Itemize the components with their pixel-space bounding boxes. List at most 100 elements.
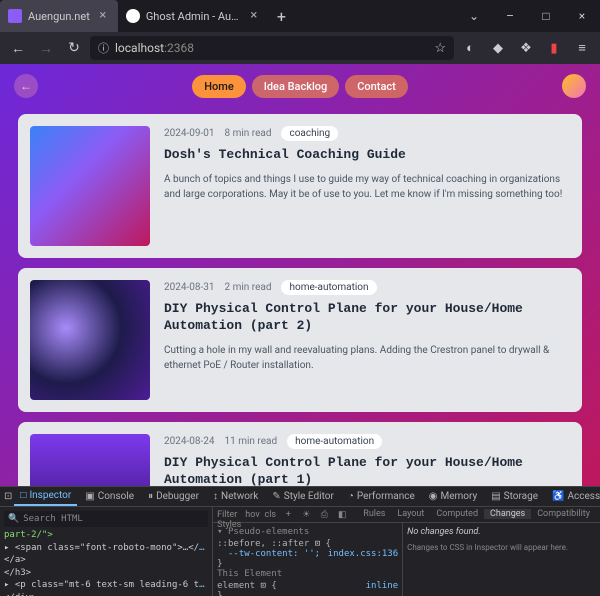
account-icon[interactable]: ◆	[486, 36, 510, 60]
inspector-icon: □	[20, 490, 26, 501]
chevron-down-icon[interactable]: ⌄	[456, 0, 492, 32]
back-button[interactable]: ←	[6, 36, 30, 60]
post-excerpt: Cutting a hole in my wall and reevaluati…	[164, 343, 570, 373]
browser-tab[interactable]: Ghost Admin - Auengun.net ×	[118, 0, 269, 32]
page-viewport[interactable]: ← Home Idea Backlog Contact 2024-09-01 8…	[0, 64, 600, 486]
nav-pill-contact[interactable]: Contact	[345, 75, 408, 98]
window-controls: ⌄ – □ ×	[456, 0, 600, 32]
source-link[interactable]: index.css:136	[328, 549, 398, 559]
styles-tab-computed[interactable]: Computed	[430, 509, 484, 519]
post-meta: 2024-09-01 8 min read coaching	[164, 126, 570, 141]
nav-pill-backlog[interactable]: Idea Backlog	[252, 75, 340, 98]
new-tab-button[interactable]: +	[269, 0, 294, 32]
post-card[interactable]: 2024-09-01 8 min read coaching Dosh's Te…	[18, 114, 582, 258]
html-line[interactable]: </div>	[4, 592, 208, 596]
lock-icon: ⓘ	[98, 40, 109, 56]
styles-tab-compat[interactable]: Compatibility	[531, 509, 596, 519]
menu-icon[interactable]: ≡	[570, 36, 594, 60]
post-title[interactable]: DIY Physical Control Plane for your Hous…	[164, 301, 570, 335]
browser-titlebar: Auengun.net × Ghost Admin - Auengun.net …	[0, 0, 600, 32]
site-back-button[interactable]: ←	[14, 74, 38, 98]
post-body: 2024-08-24 11 min read home-automation D…	[164, 434, 570, 486]
tab-title: Ghost Admin - Auengun.net	[146, 10, 241, 23]
styles-tab-changes[interactable]: Changes	[484, 509, 531, 519]
html-line[interactable]: ▸ <span class="font-roboto-mono">…</span…	[4, 542, 208, 555]
devtools-panel: ⊡ □Inspector ▣Console ⏸Debugger ↕Network…	[0, 486, 600, 596]
changes-panel: No changes found. Changes to CSS in Insp…	[403, 523, 600, 596]
post-title[interactable]: Dosh's Technical Coaching Guide	[164, 147, 570, 164]
devtools-tab-memory[interactable]: ◉Memory	[423, 487, 483, 506]
print-icon[interactable]: ⎙	[317, 510, 331, 520]
extension-icon[interactable]: ◐	[458, 36, 482, 60]
light-icon[interactable]: ☀	[299, 510, 313, 520]
style-icon: ✎	[272, 491, 280, 502]
browser-tabs: Auengun.net × Ghost Admin - Auengun.net …	[0, 0, 456, 32]
post-tag[interactable]: home-automation	[287, 434, 382, 449]
picker-icon[interactable]: ⊡	[4, 491, 12, 502]
url-input[interactable]: ⓘ localhost:2368 ☆	[90, 36, 454, 60]
a11y-icon: ♿	[552, 491, 564, 502]
changes-empty-desc: Changes to CSS in Inspector will appear …	[407, 543, 596, 552]
post-body: 2024-09-01 8 min read coaching Dosh's Te…	[164, 126, 570, 246]
pseudo-section[interactable]: ▾ Pseudo-elements	[217, 527, 398, 537]
post-tag[interactable]: coaching	[281, 126, 338, 141]
post-meta: 2024-08-31 2 min read home-automation	[164, 280, 570, 295]
html-tree[interactable]: 🔍Search HTML part-2/"> ▸ <span class="fo…	[0, 507, 212, 596]
post-title[interactable]: DIY Physical Control Plane for your Hous…	[164, 455, 570, 486]
close-icon[interactable]: ×	[96, 9, 110, 23]
styles-tab-layout[interactable]: Layout	[391, 509, 430, 519]
maximize-button[interactable]: □	[528, 0, 564, 32]
html-line[interactable]: ▸ <p class="mt-6 text-sm leading-6 text-…	[4, 579, 208, 592]
filter-row: ∇ Filter Styles hov cls + ☀ ⎙ ◧ Rules La…	[213, 507, 600, 523]
contrast-icon[interactable]: ◧	[335, 510, 349, 520]
close-icon[interactable]: ×	[247, 9, 261, 23]
post-readtime: 2 min read	[225, 282, 272, 293]
perf-icon: ◔	[348, 491, 354, 502]
element-section: This Element	[217, 569, 398, 579]
reload-button[interactable]: ↻	[62, 36, 86, 60]
devtools-body: 🔍Search HTML part-2/"> ▸ <span class="fo…	[0, 507, 600, 596]
post-meta: 2024-08-24 11 min read home-automation	[164, 434, 570, 449]
post-date: 2024-08-31	[164, 282, 215, 293]
rules-list[interactable]: ▾ Pseudo-elements ::before, ::after ⊡ {i…	[213, 523, 403, 596]
favicon	[126, 9, 140, 23]
browser-tab-active[interactable]: Auengun.net ×	[0, 0, 118, 32]
favicon	[8, 9, 22, 23]
devtools-tabs: ⊡ □Inspector ▣Console ⏸Debugger ↕Network…	[0, 487, 600, 507]
post-card[interactable]: 2024-08-24 11 min read home-automation D…	[18, 422, 582, 486]
devtools-tab-network[interactable]: ↕Network	[207, 487, 264, 506]
avatar[interactable]	[562, 74, 586, 98]
hov-button[interactable]: hov	[245, 510, 259, 520]
devtools-tab-debugger[interactable]: ⏸Debugger	[142, 487, 205, 506]
star-icon[interactable]: ☆	[434, 41, 446, 56]
html-line[interactable]: part-2/">	[4, 529, 208, 542]
debugger-icon: ⏸	[148, 491, 153, 502]
post-body: 2024-08-31 2 min read home-automation DI…	[164, 280, 570, 400]
search-input[interactable]: 🔍Search HTML	[4, 511, 208, 527]
post-card[interactable]: 2024-08-31 2 min read home-automation DI…	[18, 268, 582, 412]
styles-tab-rules[interactable]: Rules	[357, 509, 391, 519]
devtools-tab-perf[interactable]: ◔Performance	[342, 487, 421, 506]
inline-label: inline	[366, 581, 399, 591]
post-readtime: 11 min read	[225, 436, 278, 447]
devtools-tab-style[interactable]: ✎Style Editor	[266, 487, 339, 506]
devtools-tab-storage[interactable]: ▤Storage	[485, 487, 544, 506]
html-line[interactable]: </a>	[4, 554, 208, 567]
post-date: 2024-09-01	[164, 128, 215, 139]
close-button[interactable]: ×	[564, 0, 600, 32]
reader-icon[interactable]: ▮	[542, 36, 566, 60]
devtools-tab-console[interactable]: ▣Console	[79, 487, 140, 506]
post-tag[interactable]: home-automation	[281, 280, 376, 295]
post-thumbnail	[30, 434, 150, 486]
search-icon: 🔍	[8, 513, 19, 526]
devtools-tab-inspector[interactable]: □Inspector	[14, 487, 77, 506]
add-rule-button[interactable]: +	[281, 510, 295, 520]
minimize-button[interactable]: –	[492, 0, 528, 32]
devtools-tab-a11y[interactable]: ♿Accessibility	[546, 487, 600, 506]
site-topnav: ← Home Idea Backlog Contact	[0, 68, 600, 104]
html-line[interactable]: </h3>	[4, 567, 208, 580]
cls-button[interactable]: cls	[263, 510, 277, 520]
post-thumbnail	[30, 126, 150, 246]
nav-pill-home[interactable]: Home	[192, 75, 246, 98]
extensions-icon[interactable]: ❖	[514, 36, 538, 60]
